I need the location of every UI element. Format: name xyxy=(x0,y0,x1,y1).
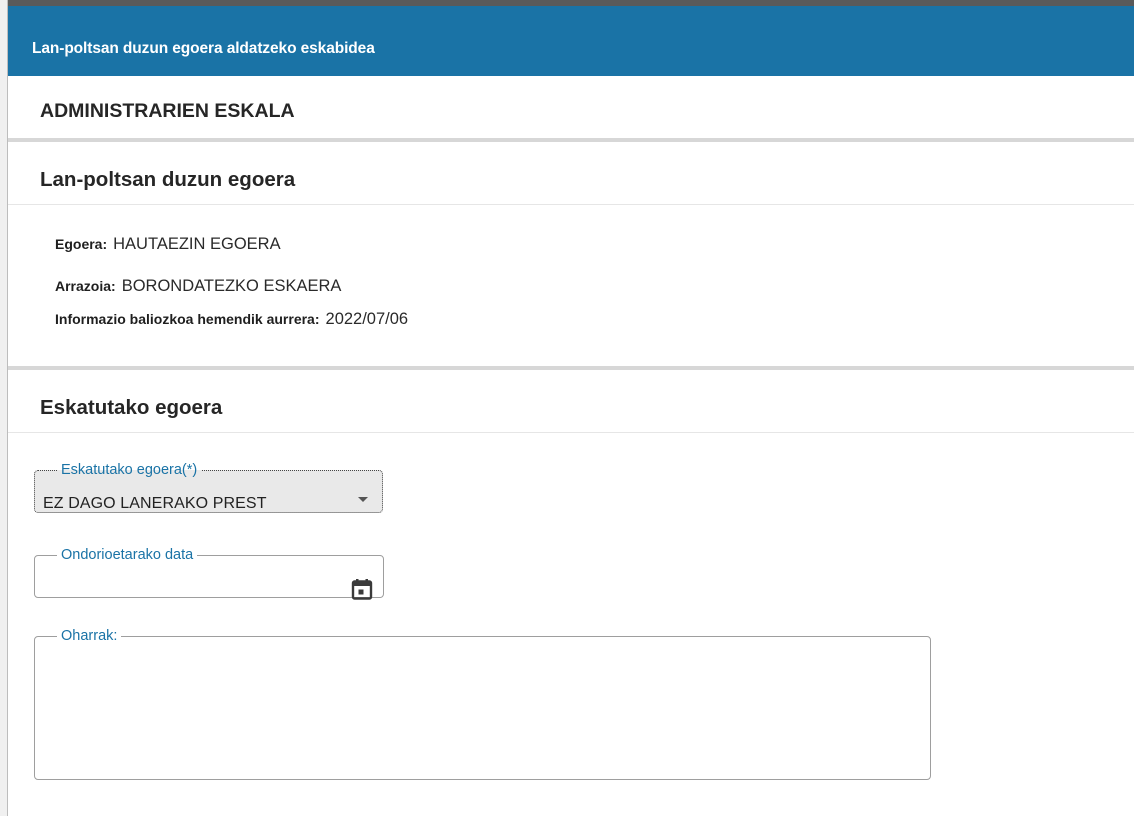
requested-status-header: Eskatutako egoera xyxy=(8,376,1134,433)
section-divider xyxy=(8,138,1134,142)
valid-from-label: Informazio baliozkoa hemendik aurrera: xyxy=(55,311,320,327)
requested-status-select-value: EZ DAGO LANERAKO PREST xyxy=(43,495,267,512)
status-value: HAUTAEZIN EGOERA xyxy=(113,235,281,253)
calendar-icon[interactable] xyxy=(351,578,373,600)
current-status-title: Lan-poltsan duzun egoera xyxy=(40,168,296,191)
effective-date-label: Ondorioetarako data xyxy=(61,547,194,563)
dropdown-caret-icon[interactable] xyxy=(358,497,368,502)
notes-textarea[interactable] xyxy=(36,657,930,791)
page-title: Lan-poltsan duzun egoera aldatzeko eskab… xyxy=(32,40,375,57)
effective-date-field[interactable]: Ondorioetarako data xyxy=(34,547,384,600)
requested-status-title: Eskatutako egoera xyxy=(40,396,223,419)
status-label: Egoera: xyxy=(55,236,108,252)
valid-from-value: 2022/07/06 xyxy=(325,310,409,328)
requested-status-select[interactable]: Eskatutako egoera(*) EZ DAGO LANERAKO PR… xyxy=(34,463,383,513)
reason-value: BORONDATEZKO ESKAERA xyxy=(121,277,342,295)
requested-status-select-label: Eskatutako egoera(*) xyxy=(61,462,198,478)
section-divider xyxy=(8,366,1134,370)
notes-field[interactable]: Oharrak: xyxy=(34,628,931,791)
app-header: Lan-poltsan duzun egoera aldatzeko eskab… xyxy=(8,6,1134,76)
scale-band: ADMINISTRARIEN ESKALA xyxy=(8,76,1134,139)
window-left-border xyxy=(0,0,8,816)
current-status-header: Lan-poltsan duzun egoera xyxy=(8,148,1134,205)
valid-from-row: Informazio baliozkoa hemendik aurrera: 20… xyxy=(55,310,408,329)
reason-label: Arrazoia: xyxy=(55,278,116,294)
notes-label: Oharrak: xyxy=(61,628,118,644)
scale-label: ADMINISTRARIEN ESKALA xyxy=(40,100,295,122)
status-row: Egoera: HAUTAEZIN EGOERA xyxy=(55,235,281,254)
reason-row: Arrazoia: BORONDATEZKO ESKAERA xyxy=(55,277,341,296)
